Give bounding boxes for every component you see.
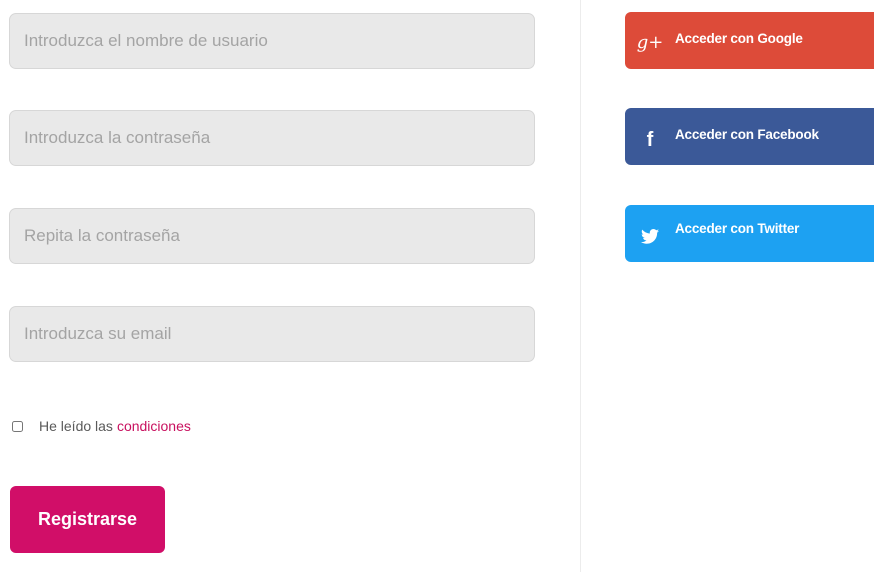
twitter-bird-icon	[625, 223, 675, 244]
password-input[interactable]	[9, 110, 535, 166]
facebook-icon: f	[646, 129, 654, 151]
google-login-label: Acceder con Google	[675, 31, 803, 46]
terms-row: He leído las condiciones	[12, 417, 191, 435]
twitter-login-button[interactable]: Acceder con Twitter	[625, 205, 874, 262]
facebook-login-button[interactable]: f Acceder con Facebook	[625, 108, 874, 165]
register-button[interactable]: Registrarse	[10, 486, 165, 553]
terms-checkbox[interactable]	[12, 420, 23, 432]
facebook-login-label: Acceder con Facebook	[675, 127, 819, 142]
google-plus-icon: g+	[636, 32, 664, 53]
column-divider	[580, 0, 581, 572]
google-login-button[interactable]: g+ Acceder con Google	[625, 12, 874, 69]
terms-link[interactable]: condiciones	[117, 418, 191, 434]
twitter-login-label: Acceder con Twitter	[675, 221, 800, 236]
register-page: He leído las condiciones Registrarse g+ …	[0, 0, 874, 572]
email-input[interactable]	[9, 306, 535, 362]
password-repeat-input[interactable]	[9, 208, 535, 264]
username-input[interactable]	[9, 13, 535, 69]
terms-label: He leído las	[39, 418, 113, 434]
